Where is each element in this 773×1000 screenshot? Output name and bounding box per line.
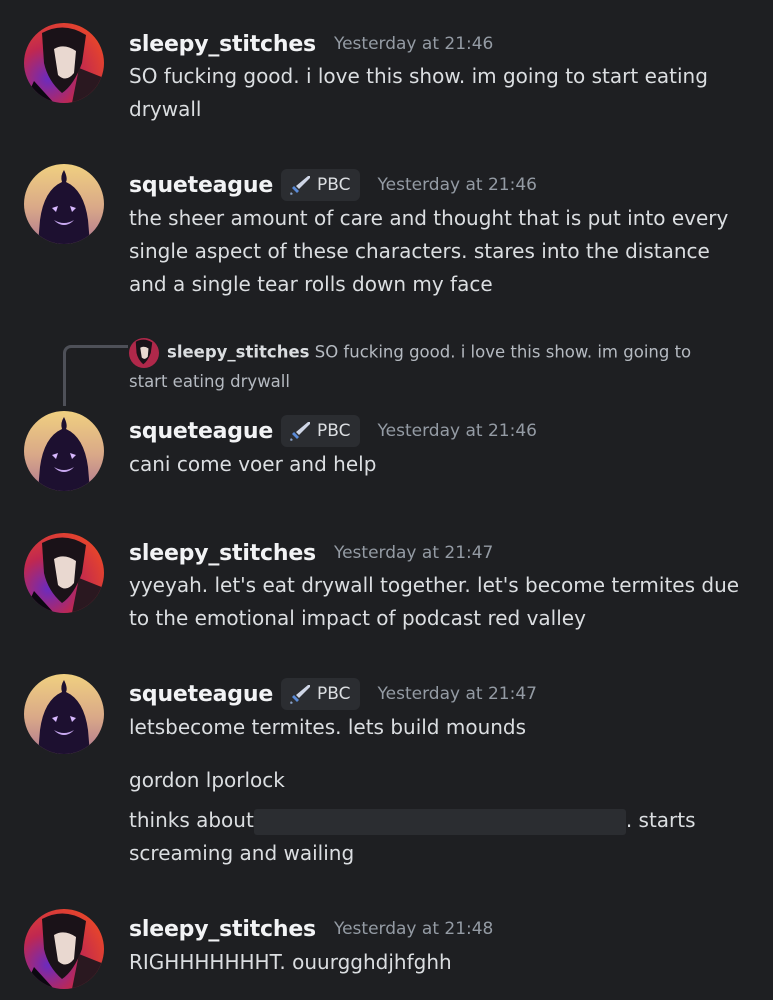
avatar-image (24, 909, 104, 989)
timestamp[interactable]: Yesterday at 21:47 (378, 684, 537, 704)
timestamp[interactable]: Yesterday at 21:46 (378, 175, 537, 195)
username[interactable]: sleepy_stitches (129, 32, 316, 57)
timestamp[interactable]: Yesterday at 21:46 (378, 421, 537, 441)
avatar-squeteague[interactable] (24, 164, 104, 244)
username[interactable]: squeteague (129, 419, 273, 444)
message-header: squeteague PBC Yesterday at 21:46 (129, 415, 537, 447)
username[interactable]: sleepy_stitches (129, 541, 316, 566)
username[interactable]: squeteague (129, 173, 273, 198)
avatar-image (24, 674, 104, 754)
message-header: squeteague PBC Yesterday at 21:46 (129, 169, 537, 201)
reply-username[interactable]: sleepy_stitches (167, 343, 309, 362)
reply-spine (63, 345, 128, 406)
avatar-image (24, 23, 104, 103)
guild-tag[interactable]: PBC (281, 678, 360, 710)
message-header: sleepy_stitches Yesterday at 21:47 (129, 538, 493, 568)
message-text: the sheer amount of care and thought tha… (129, 206, 729, 296)
avatar-sleepy-stitches[interactable] (24, 533, 104, 613)
followup-message: gordon lporlock (129, 768, 285, 792)
avatar-sleepy-stitches[interactable] (24, 23, 104, 103)
sword-icon (290, 685, 311, 704)
message-text: RIGHHHHHHHT. ouurgghdjhfghh (129, 950, 452, 974)
avatar-squeteague[interactable] (24, 674, 104, 754)
guild-tag[interactable]: PBC (281, 169, 360, 201)
tag-label: PBC (317, 421, 351, 441)
tag-label: PBC (317, 175, 351, 195)
text-before-redaction: thinks about (129, 808, 254, 832)
followup-message-redacted: thinks about . starts screaming and waili… (129, 804, 753, 870)
redacted-block (253, 808, 626, 835)
avatar-squeteague[interactable] (24, 411, 104, 491)
reply-preview[interactable]: sleepy_stitches SO fucking good. i love … (129, 338, 729, 396)
timestamp[interactable]: Yesterday at 21:48 (334, 919, 493, 939)
message-header: sleepy_stitches Yesterday at 21:46 (129, 29, 493, 59)
avatar-sleepy-stitches[interactable] (24, 909, 104, 989)
sword-icon (290, 422, 311, 441)
timestamp[interactable]: Yesterday at 21:47 (334, 543, 493, 563)
avatar-image (24, 533, 104, 613)
text-after-redaction: . starts (625, 808, 696, 832)
tag-label: PBC (317, 684, 351, 704)
guild-tag[interactable]: PBC (281, 415, 360, 447)
message-text: SO fucking good. i love this show. im go… (129, 64, 708, 121)
message-header: sleepy_stitches Yesterday at 21:48 (129, 914, 493, 944)
reply-avatar (129, 338, 159, 368)
message-header: squeteague PBC Yesterday at 21:47 (129, 678, 537, 710)
avatar-image (24, 411, 104, 491)
text-continuation: screaming and wailing (129, 841, 355, 865)
avatar-image (24, 164, 104, 244)
username[interactable]: sleepy_stitches (129, 917, 316, 942)
username[interactable]: squeteague (129, 682, 273, 707)
message-text: yyeyah. let's eat drywall together. let'… (129, 573, 740, 630)
message-text: cani come voer and help (129, 452, 377, 476)
timestamp[interactable]: Yesterday at 21:46 (334, 34, 493, 54)
message-text: letsbecome termites. lets build mounds (129, 715, 527, 739)
sword-icon (290, 176, 311, 195)
